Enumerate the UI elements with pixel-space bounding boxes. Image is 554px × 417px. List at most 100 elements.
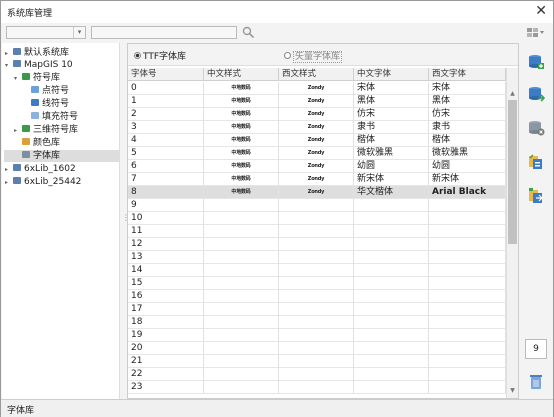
scroll-up-icon[interactable]: ▲ [507, 88, 518, 99]
font-library-icon [22, 151, 30, 158]
table-row[interactable]: 11 [128, 225, 506, 238]
table-cell-cn-font: 楷体 [354, 134, 429, 147]
table-cell-en-font: 新宋体 [429, 173, 506, 186]
view-options-icon[interactable] [525, 26, 545, 39]
scroll-down-icon[interactable]: ▼ [507, 385, 518, 396]
table-cell-en-font: 仿宋 [429, 108, 506, 121]
table-cell-en-sample: Zondy [279, 147, 354, 160]
table-row[interactable]: 12 [128, 238, 506, 251]
scroll-thumb[interactable] [508, 100, 517, 244]
table-row[interactable]: 23 [128, 381, 506, 394]
table-cell-en-sample [279, 277, 354, 290]
table-cell-id: 13 [128, 251, 204, 264]
library-combo[interactable]: ▾ [6, 26, 86, 39]
table-cell-en-font [429, 342, 506, 355]
add-font-icon[interactable] [527, 53, 545, 71]
ttf-radio[interactable]: TTF字体库 [134, 49, 186, 62]
tree-item[interactable]: ▸ 默认系统库 [5, 47, 69, 59]
tree-item-label: 三维符号库 [33, 125, 79, 135]
column-header[interactable]: 中文字体 [354, 68, 429, 81]
collapsed-arrow-icon[interactable]: ▸ [5, 177, 12, 189]
tree-item[interactable]: ▸ 三维符号库 [14, 124, 78, 136]
table-row[interactable]: 6 中地数码 Zondy 幼圆 幼圆 [128, 160, 506, 173]
tree-item[interactable]: ▸ 6xLib_1602 [5, 163, 76, 175]
table-row[interactable]: 7 中地数码 Zondy 新宋体 新宋体 [128, 173, 506, 186]
table-row[interactable]: 9 [128, 199, 506, 212]
recycle-bin-icon[interactable] [527, 373, 545, 391]
table-row[interactable]: 0 中地数码 Zondy 宋体 宋体 [128, 82, 506, 95]
table-cell-en-sample: Zondy [279, 160, 354, 173]
table-row[interactable]: 2 中地数码 Zondy 仿宋 仿宋 [128, 108, 506, 121]
table-row[interactable]: 14 [128, 264, 506, 277]
vertical-scrollbar[interactable]: ▲ ▼ [506, 68, 518, 398]
table-cell-cn-sample [204, 264, 279, 277]
tree-item[interactable]: ▾ MapGIS 10 [5, 59, 73, 71]
library-icon [13, 60, 21, 67]
collapsed-arrow-icon[interactable]: ▸ [5, 164, 12, 176]
column-header[interactable]: 西文字体 [429, 68, 506, 81]
toolbar: ▾ [1, 23, 553, 43]
tree-item[interactable]: 填充符号 [23, 111, 78, 123]
table-cell-cn-font [354, 368, 429, 381]
table-row[interactable]: 17 [128, 303, 506, 316]
table-row[interactable]: 8 中地数码 Zondy 华文楷体 Arial Black [128, 186, 506, 199]
vector-font-radio[interactable]: 矢量字体库 [284, 49, 343, 63]
table-row[interactable]: 22 [128, 368, 506, 381]
delete-font-icon[interactable] [527, 119, 545, 137]
line-symbol-icon [31, 99, 39, 106]
table-row[interactable]: 20 [128, 342, 506, 355]
table-cell-cn-font: 幼圆 [354, 160, 429, 173]
table-cell-en-sample [279, 329, 354, 342]
paste-font-icon[interactable] [527, 187, 545, 205]
import-font-icon[interactable] [527, 85, 545, 103]
table-cell-cn-font [354, 329, 429, 342]
search-icon[interactable] [242, 26, 255, 39]
library-icon [13, 48, 21, 55]
column-header[interactable]: 西文样式 [279, 68, 354, 81]
table-cell-cn-sample [204, 277, 279, 290]
table-row[interactable]: 18 [128, 316, 506, 329]
table-cell-en-sample: Zondy [279, 95, 354, 108]
page-number-field[interactable]: 9 [525, 339, 547, 359]
tree-item[interactable]: ▾ 符号库 [14, 72, 60, 84]
copy-font-icon[interactable] [527, 153, 545, 171]
table-cell-cn-sample: 中地数码 [204, 82, 279, 95]
table-cell-id: 6 [128, 160, 204, 173]
table-cell-cn-font [354, 290, 429, 303]
table-cell-en-font: Arial Black [429, 186, 506, 199]
table-row[interactable]: 1 中地数码 Zondy 黑体 黑体 [128, 95, 506, 108]
search-input[interactable] [91, 26, 237, 39]
tree-item[interactable]: 颜色库 [14, 137, 60, 149]
close-icon[interactable]: ✕ [535, 3, 547, 19]
table-cell-cn-font [354, 277, 429, 290]
table-cell-en-sample [279, 316, 354, 329]
table-row[interactable]: 3 中地数码 Zondy 隶书 隶书 [128, 121, 506, 134]
column-header[interactable]: 字体号 [128, 68, 204, 81]
table-row[interactable]: 19 [128, 329, 506, 342]
chevron-down-icon[interactable]: ▾ [73, 27, 85, 38]
table-cell-id: 4 [128, 134, 204, 147]
table-cell-cn-font [354, 238, 429, 251]
table-row[interactable]: 16 [128, 290, 506, 303]
tree-item[interactable]: 线符号 [23, 98, 69, 110]
expanded-arrow-icon[interactable]: ▾ [14, 73, 21, 85]
table-cell-cn-sample [204, 342, 279, 355]
table-cell-en-font [429, 238, 506, 251]
table-row[interactable]: 21 [128, 355, 506, 368]
expanded-arrow-icon[interactable]: ▾ [5, 60, 12, 72]
tree-item[interactable]: 点符号 [23, 85, 69, 97]
table-cell-en-sample [279, 225, 354, 238]
tree-item[interactable]: 字体库 [4, 150, 119, 162]
table-row[interactable]: 10 [128, 212, 506, 225]
column-header[interactable]: 中文样式 [204, 68, 279, 81]
table-row[interactable]: 15 [128, 277, 506, 290]
table-row[interactable]: 4 中地数码 Zondy 楷体 楷体 [128, 134, 506, 147]
collapsed-arrow-icon[interactable]: ▸ [14, 125, 21, 137]
tree-item-label: 默认系统库 [24, 48, 70, 58]
table-row[interactable]: 13 [128, 251, 506, 264]
3d-symbol-library-icon [22, 125, 30, 132]
table-row[interactable]: 5 中地数码 Zondy 微软雅黑 微软雅黑 [128, 147, 506, 160]
tree-item[interactable]: ▸ 6xLib_25442 [5, 176, 81, 188]
table-cell-en-font [429, 212, 506, 225]
table-cell-en-font [429, 381, 506, 394]
